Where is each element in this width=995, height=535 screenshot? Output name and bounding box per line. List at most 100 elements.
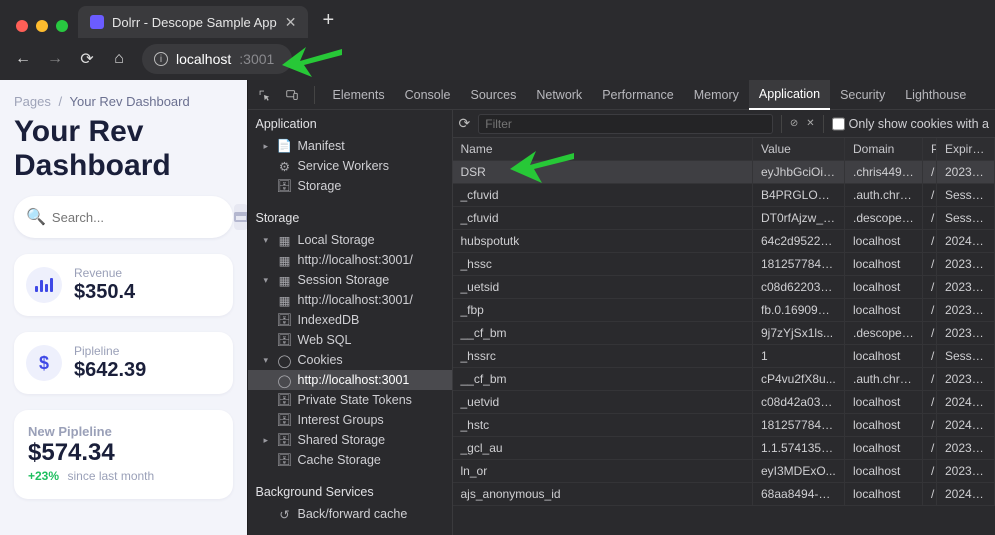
devtools-tab-lighthouse[interactable]: Lighthouse bbox=[895, 80, 976, 110]
database-icon: 🗄︎ bbox=[278, 433, 292, 447]
cookies-toolbar: ⟳ ⊘ ✕ Only show cookies with a bbox=[453, 110, 995, 138]
devtools-side-tree[interactable]: Application ▸📄Manifest ⚙︎Service Workers… bbox=[248, 110, 453, 535]
cookie-row[interactable]: _uetvidc08d42a030...localhost/2024-0... bbox=[453, 391, 995, 414]
tree-session-storage-origin[interactable]: ▦http://localhost:3001/ bbox=[248, 290, 452, 310]
tree-service-workers[interactable]: ⚙︎Service Workers bbox=[248, 156, 452, 176]
revenue-card[interactable]: Revenue $350.4 bbox=[14, 254, 233, 316]
window-controls[interactable] bbox=[10, 20, 78, 38]
tree-private-state-tokens[interactable]: 🗄︎Private State Tokens bbox=[248, 390, 452, 410]
url-host: localhost bbox=[176, 51, 231, 67]
table-icon: ▦ bbox=[278, 253, 292, 267]
address-bar[interactable]: i localhost :3001 bbox=[142, 44, 292, 74]
col-p[interactable]: P bbox=[923, 138, 937, 161]
cookie-row[interactable]: ln_oreyI3MDExO...localhost/2023-0... bbox=[453, 460, 995, 483]
col-value[interactable]: Value bbox=[753, 138, 845, 161]
col-expires-[interactable]: Expires... bbox=[937, 138, 995, 161]
close-window-icon[interactable] bbox=[16, 20, 28, 32]
cookie-row[interactable]: _gcl_au1.1.5741351...localhost/2023-1... bbox=[453, 437, 995, 460]
cookie-row[interactable]: _uetsidc08d622030...localhost/2023-0... bbox=[453, 276, 995, 299]
inspect-icon[interactable] bbox=[254, 85, 274, 105]
cookie-row[interactable]: _cfuvidDT0rfAjzw_R....descope..../Sessio… bbox=[453, 207, 995, 230]
page-title: Your Rev Dashboard bbox=[14, 115, 233, 182]
cookie-icon: ◯ bbox=[278, 373, 292, 387]
tab-strip: Dolrr - Descope Sample App ✕ + bbox=[0, 0, 995, 38]
device-icon[interactable] bbox=[282, 85, 302, 105]
cookies-table-wrap[interactable]: NameValueDomainPExpires... DSReyJhbGciOi… bbox=[453, 138, 995, 535]
table-icon: ▦ bbox=[278, 293, 292, 307]
devtools-tab-memory[interactable]: Memory bbox=[684, 80, 749, 110]
new-tab-button[interactable]: + bbox=[322, 9, 334, 32]
search-bar[interactable]: 🔍 CC bbox=[14, 196, 233, 238]
url-port: :3001 bbox=[239, 51, 274, 67]
database-icon: 🗄︎ bbox=[278, 313, 292, 327]
section-storage: Storage bbox=[248, 204, 452, 230]
new-pipeline-card[interactable]: New Pipleline $574.34 +23% since last mo… bbox=[14, 410, 233, 499]
home-button[interactable]: ⌂ bbox=[110, 50, 128, 68]
col-domain[interactable]: Domain bbox=[845, 138, 923, 161]
database-icon: 🗄︎ bbox=[278, 453, 292, 467]
document-icon: 📄 bbox=[278, 139, 292, 153]
devtools-tab-performance[interactable]: Performance bbox=[592, 80, 684, 110]
refresh-icon[interactable]: ⟳ bbox=[459, 115, 471, 132]
section-background-services: Background Services bbox=[248, 478, 452, 504]
close-tab-icon[interactable]: ✕ bbox=[285, 14, 297, 31]
pipeline-label: Pipleline bbox=[74, 344, 146, 358]
maximize-window-icon[interactable] bbox=[56, 20, 68, 32]
cookie-row[interactable]: __cf_bmcP4vu2fX8u....auth.chris.../2023-… bbox=[453, 368, 995, 391]
tree-back-forward-cache[interactable]: ↺Back/forward cache bbox=[248, 504, 452, 524]
filter-input[interactable] bbox=[478, 114, 773, 134]
cookie-row[interactable]: _cfuvidB4PRGLOVz....auth.chris.../Sessio… bbox=[453, 184, 995, 207]
dollar-icon: $ bbox=[26, 345, 62, 381]
tree-websql[interactable]: 🗄︎Web SQL bbox=[248, 330, 452, 350]
tree-cookies[interactable]: ▾◯Cookies bbox=[248, 350, 452, 370]
cookies-table: NameValueDomainPExpires... DSReyJhbGciOi… bbox=[453, 138, 995, 506]
devtools-tab-application[interactable]: Application bbox=[749, 80, 830, 110]
cookie-row[interactable]: __cf_bm9j7zYjSx1ls....descope..../2023-0… bbox=[453, 322, 995, 345]
gear-icon: ⚙︎ bbox=[278, 159, 292, 173]
browser-tab[interactable]: Dolrr - Descope Sample App ✕ bbox=[78, 6, 308, 38]
tree-cookies-origin[interactable]: ◯http://localhost:3001 bbox=[248, 370, 452, 390]
tree-cache-storage[interactable]: 🗄︎Cache Storage bbox=[248, 450, 452, 470]
cookie-row[interactable]: _hssrc1localhost/Session bbox=[453, 345, 995, 368]
breadcrumb-root[interactable]: Pages bbox=[14, 94, 51, 109]
tree-indexeddb[interactable]: 🗄︎IndexedDB bbox=[248, 310, 452, 330]
new-pipeline-delta-pct: +23% bbox=[28, 469, 59, 483]
search-input[interactable] bbox=[52, 210, 228, 225]
tree-session-storage[interactable]: ▾▦Session Storage bbox=[248, 270, 452, 290]
devtools-tab-elements[interactable]: Elements bbox=[323, 80, 395, 110]
tree-interest-groups[interactable]: 🗄︎Interest Groups bbox=[248, 410, 452, 430]
toggle-layout-icon[interactable] bbox=[234, 204, 247, 230]
clear-filter-icon[interactable]: ⊘ bbox=[790, 118, 798, 129]
col-name[interactable]: Name bbox=[453, 138, 753, 161]
devtools-tab-sources[interactable]: Sources bbox=[460, 80, 526, 110]
devtools-tab-network[interactable]: Network bbox=[526, 80, 592, 110]
tree-local-storage-origin[interactable]: ▦http://localhost:3001/ bbox=[248, 250, 452, 270]
tree-storage-summary[interactable]: 🗄︎Storage bbox=[248, 176, 452, 196]
only-cookies-checkbox[interactable]: Only show cookies with a bbox=[832, 114, 989, 134]
pipeline-card[interactable]: $ Pipleline $642.39 bbox=[14, 332, 233, 394]
cookie-row[interactable]: _fbpfb.0.1690915...localhost/2023-1... bbox=[453, 299, 995, 322]
address-row: ← → ⟳ ⌂ i localhost :3001 bbox=[0, 38, 995, 80]
site-info-icon[interactable]: i bbox=[154, 52, 168, 66]
breadcrumb-current: Your Rev Dashboard bbox=[70, 94, 190, 109]
revenue-label: Revenue bbox=[74, 266, 135, 280]
tree-manifest[interactable]: ▸📄Manifest bbox=[248, 136, 452, 156]
table-icon: ▦ bbox=[278, 233, 292, 247]
devtools-tab-security[interactable]: Security bbox=[830, 80, 895, 110]
tree-local-storage[interactable]: ▾▦Local Storage bbox=[248, 230, 452, 250]
table-icon: ▦ bbox=[278, 273, 292, 287]
cookie-row[interactable]: hubspotutk64c2d95220...localhost/2024-0.… bbox=[453, 230, 995, 253]
reload-button[interactable]: ⟳ bbox=[78, 49, 96, 69]
minimize-window-icon[interactable] bbox=[36, 20, 48, 32]
clear-all-icon[interactable]: ✕ bbox=[806, 118, 814, 129]
cookie-row[interactable]: ajs_anonymous_id68aa8494-8a...localhost/… bbox=[453, 483, 995, 506]
cookie-row[interactable]: _hstc181257784.6...localhost/2024-0... bbox=[453, 414, 995, 437]
forward-button[interactable]: → bbox=[46, 50, 64, 68]
tree-shared-storage[interactable]: ▸🗄︎Shared Storage bbox=[248, 430, 452, 450]
devtools-tab-console[interactable]: Console bbox=[395, 80, 461, 110]
devtools-main: ⟳ ⊘ ✕ Only show cookies with a NameValue… bbox=[453, 110, 995, 535]
cookie-row[interactable]: DSReyJhbGciOiJ....chris4490.../2023-0... bbox=[453, 161, 995, 184]
back-button[interactable]: ← bbox=[14, 50, 32, 68]
cookie-row[interactable]: _hssc181257784.3...localhost/2023-0... bbox=[453, 253, 995, 276]
database-icon: 🗄︎ bbox=[278, 179, 292, 193]
